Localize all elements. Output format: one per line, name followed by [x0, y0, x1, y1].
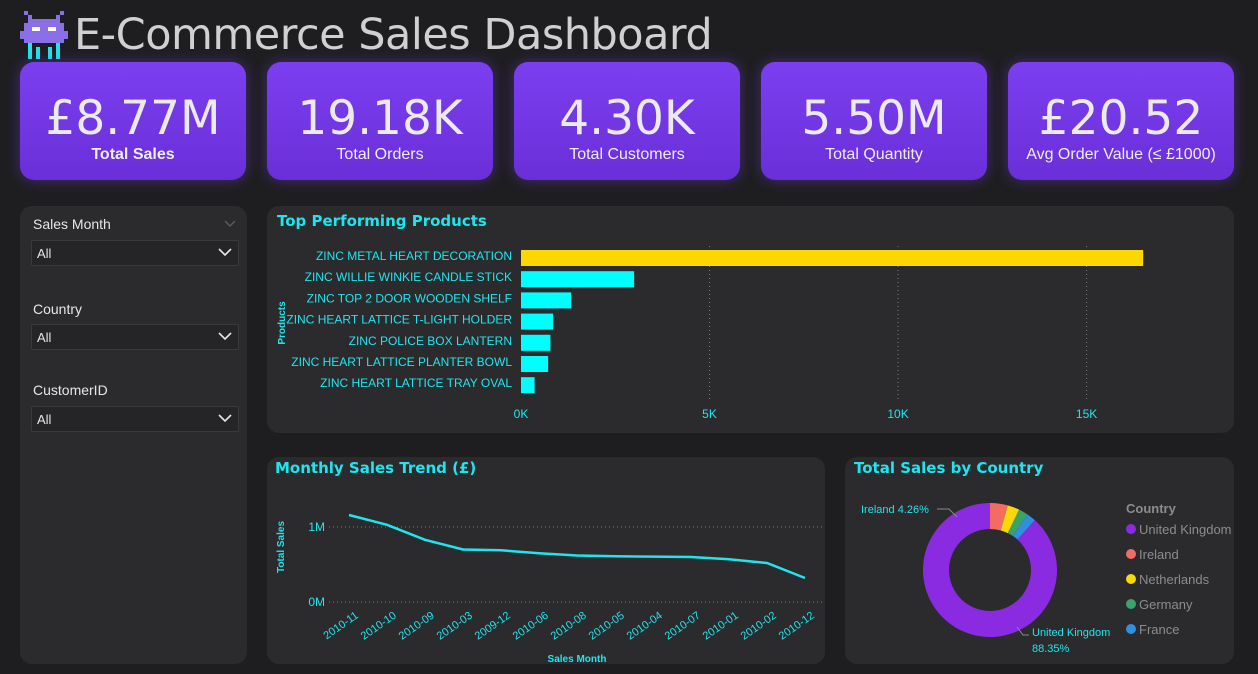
x-tick-label: 2010-04 [625, 610, 665, 643]
category-label: ZINC METAL HEART DECORATION [316, 249, 512, 263]
chevron-down-icon [218, 248, 232, 257]
kpi-card-total-orders: 19.18K Total Orders [267, 62, 493, 180]
kpi-card-avg-order-value: £20.52 Avg Order Value (≤ £1000) [1008, 62, 1234, 180]
slicer-title-customerid: CustomerID [33, 382, 108, 398]
y-tick-label: 1M [308, 520, 325, 534]
bar [521, 250, 1144, 266]
category-label: ZINC TOP 2 DOOR WOODEN SHELF [307, 291, 512, 305]
bar [521, 271, 635, 288]
x-tick-label: 2010-05 [587, 610, 627, 643]
legend-marker [1126, 524, 1136, 534]
chevron-down-icon [218, 414, 232, 423]
data-label: 88.35% [1032, 643, 1070, 655]
x-tick-label: 2010-06 [511, 610, 551, 643]
legend-marker [1126, 549, 1136, 559]
customerid-dropdown[interactable]: All [31, 406, 239, 432]
dropdown-value: All [37, 330, 52, 345]
category-label: ZINC WILLIE WINKIE CANDLE STICK [305, 270, 512, 284]
header: E-Commerce Sales Dashboard [20, 8, 713, 62]
kpi-value: 5.50M [801, 91, 947, 146]
x-tick-label: 2010-03 [435, 610, 475, 643]
legend-label: Netherlands [1139, 572, 1210, 587]
country-sales-chart: Ireland 4.26% United Kingdom 88.35% Country… [861, 501, 1232, 655]
legend-label: Germany [1139, 597, 1193, 612]
category-label: ZINC HEART LATTICE T-LIGHT HOLDER [286, 313, 512, 327]
page-title: E-Commerce Sales Dashboard [74, 10, 713, 60]
kpi-label: Total Quantity [825, 146, 923, 163]
x-tick-label: 0K [514, 407, 529, 421]
legend-label: United Kingdom [1139, 522, 1232, 537]
kpi-card-total-quantity: 5.50M Total Quantity [761, 62, 987, 180]
country-dropdown[interactable]: All [31, 324, 239, 350]
y-axis-label: Products [277, 301, 288, 345]
slicer-title-country: Country [33, 301, 83, 317]
legend-label: Ireland [1139, 547, 1179, 562]
legend-title: Country [1126, 501, 1177, 516]
sales-month-dropdown[interactable]: All [31, 240, 239, 266]
x-tick-label: 2009-12 [473, 610, 513, 643]
kpi-value: £8.77M [45, 91, 221, 146]
x-tick-label: 2010-09 [397, 610, 437, 643]
x-tick-label: 2010-01 [701, 610, 741, 643]
filter-panel: Sales Month All Country All CustomerID A… [20, 206, 247, 664]
category-label: ZINC POLICE BOX LANTERN [349, 334, 512, 348]
bar [521, 377, 535, 394]
dropdown-value: All [37, 412, 52, 427]
x-tick-label: 2010-08 [549, 610, 589, 643]
x-tick-label: 2010-10 [359, 610, 399, 643]
legend-label: France [1139, 622, 1179, 637]
legend-marker [1126, 624, 1136, 634]
x-tick-label: 2010-11 [321, 610, 360, 643]
bar [521, 292, 572, 309]
bar [521, 313, 554, 330]
monthly-trend-chart: 0M1M2010-112010-102010-092010-032009-122… [276, 513, 823, 664]
data-label: United Kingdom [1032, 627, 1110, 639]
x-tick-label: 15K [1076, 407, 1097, 421]
kpi-label: Total Customers [569, 146, 685, 163]
top-products-chart: 0K 5K 10K 15K ZINC METAL HEART DECORATION ZIN… [277, 246, 1144, 421]
category-label: ZINC HEART LATTICE PLANTER BOWL [291, 355, 512, 369]
kpi-value: 4.30K [559, 91, 695, 146]
x-tick-label: 2010-12 [777, 610, 817, 643]
dropdown-value: All [37, 246, 52, 261]
bar [521, 334, 551, 351]
kpi-value: £20.52 [1038, 91, 1204, 146]
series-line [348, 513, 806, 580]
y-tick-label: 0M [308, 595, 325, 609]
slicer-title-sales-month: Sales Month [33, 216, 111, 232]
x-tick-label: 2010-07 [663, 610, 703, 643]
x-tick-label: 2010-02 [739, 610, 779, 643]
bar [521, 356, 549, 372]
y-axis-label: Total Sales [276, 521, 287, 573]
pixel-alien-icon [20, 11, 68, 59]
x-tick-label: 10K [887, 407, 908, 421]
kpi-label: Total Orders [336, 146, 424, 163]
chevron-down-icon[interactable] [223, 217, 237, 229]
x-axis-label: Sales Month [548, 654, 607, 664]
kpi-label: Total Sales [91, 146, 175, 163]
top-products-panel: Top Performing Products 0K 5K 10K 15K ZINC M… [267, 206, 1234, 433]
kpi-card-total-customers: 4.30K Total Customers [514, 62, 740, 180]
legend-marker [1126, 599, 1136, 609]
kpi-card-total-sales: £8.77M Total Sales [20, 62, 246, 180]
data-label: Ireland 4.26% [861, 504, 929, 516]
x-tick-label: 5K [702, 407, 717, 421]
country-sales-panel: Total Sales by Country Ireland 4.26% Unit… [845, 457, 1234, 664]
monthly-trend-panel: Monthly Sales Trend (£) 0M 1M 2010-11 2010-… [267, 457, 825, 664]
category-label: ZINC HEART LATTICE TRAY OVAL [320, 376, 512, 390]
dashboard: E-Commerce Sales Dashboard £8.77M Total … [0, 0, 1258, 674]
chevron-down-icon [218, 332, 232, 341]
kpi-value: 19.18K [297, 91, 463, 146]
legend-marker [1126, 574, 1136, 584]
kpi-label: Avg Order Value (≤ £1000) [1026, 146, 1216, 163]
